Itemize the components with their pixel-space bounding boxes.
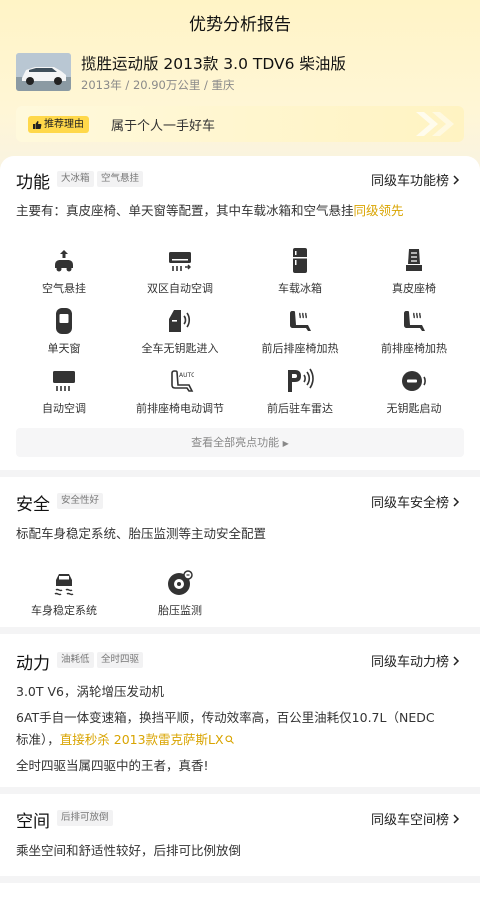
fridge-icon xyxy=(293,248,307,273)
features-card: 功能 大冰箱 空气悬挂 同级车功能榜 主要有：真皮座椅、单天窗等配置，其中车载冰… xyxy=(0,156,480,470)
feature-item-leather-seat: 真皮座椅 xyxy=(359,246,469,296)
chevron-right-icon xyxy=(453,655,460,666)
feature-item-push-start: 无钥匙启动 xyxy=(359,366,469,416)
safety-title: 安全 xyxy=(16,495,50,515)
safety-tag: 安全性好 xyxy=(57,493,104,509)
thumbs-up-icon xyxy=(33,120,42,129)
power-tag: 油耗低 xyxy=(57,652,94,668)
safety-rank-label: 同级车安全榜 xyxy=(370,496,449,511)
recommend-reason-tag: 推荐理由 xyxy=(28,116,89,133)
seat-heating-icon xyxy=(290,311,311,331)
power-rank-label: 同级车动力榜 xyxy=(370,655,449,670)
recommend-reason-text: 属于个人一手好车 xyxy=(111,119,216,134)
feature-item-power-seat: AUTO 前排座椅电动调节 xyxy=(125,366,235,416)
keyless-entry-icon xyxy=(169,310,191,332)
feature-label: 空气悬挂 xyxy=(42,282,86,295)
push-start-icon xyxy=(402,371,426,391)
dual-zone-ac-icon xyxy=(169,252,191,271)
search-icon xyxy=(225,735,234,744)
feature-label: 双区自动空调 xyxy=(147,282,213,295)
features-rank-label: 同级车功能榜 xyxy=(370,174,449,189)
features-summary: 主要有：真皮座椅、单天窗等配置，其中车载冰箱和空气悬挂同级领先 xyxy=(16,200,404,222)
car-meta: 2013年 / 20.90万公里 / 重庆 xyxy=(81,78,235,92)
safety-summary: 标配车身稳定系统、胎压监测等主动安全配置 xyxy=(16,526,267,541)
safety-item-label: 车身稳定系统 xyxy=(31,604,97,617)
feature-label: 前排座椅加热 xyxy=(381,342,447,355)
recommend-reason-label: 推荐理由 xyxy=(44,119,84,130)
chevron-right-icon xyxy=(453,813,460,824)
space-card: 空间 后排可放倒 同级车空间榜 乘坐空间和舒适性较好，后排可比例放倒 xyxy=(0,794,480,876)
feature-item-sunroof: 单天窗 xyxy=(9,306,119,356)
leather-seat-icon xyxy=(406,249,422,271)
chevron-right-icon xyxy=(453,174,460,185)
tire-pressure-icon xyxy=(168,570,193,595)
competitor-link-label: 直接秒杀 2013款雷克萨斯LX xyxy=(59,732,224,747)
feature-label: 自动空调 xyxy=(42,402,86,415)
feature-label: 无钥匙启动 xyxy=(386,402,442,415)
power-awd-text: 全时四驱当属四驱中的王者，真香! xyxy=(16,758,209,773)
car-thumbnail[interactable] xyxy=(16,53,71,91)
safety-rank-link[interactable]: 同级车安全榜 xyxy=(371,492,460,511)
power-transmission-line: 6AT手自一体变速箱，换挡平顺，传动效率高，百公里油耗仅10.7L（NEDC xyxy=(16,710,435,725)
space-title: 空间 xyxy=(16,812,50,832)
power-seat-icon: AUTO xyxy=(171,370,194,392)
chevron-right-icon xyxy=(453,496,460,507)
features-summary-text: 主要有：真皮座椅、单天窗等配置，其中车载冰箱和空气悬挂 xyxy=(16,203,354,218)
sunroof-icon xyxy=(56,308,72,334)
power-title: 动力 xyxy=(16,654,50,674)
features-title: 功能 xyxy=(16,173,50,193)
view-all-features-button[interactable]: 查看全部亮点功能 ▶ xyxy=(16,428,464,457)
front-seat-heating-icon xyxy=(404,311,425,331)
power-transmission-line-end: 标准）， xyxy=(16,732,60,747)
space-tag: 后排可放倒 xyxy=(57,810,113,826)
feature-label: 前排座椅电动调节 xyxy=(136,402,224,415)
feature-label: 车载冰箱 xyxy=(278,282,322,295)
competitor-link[interactable]: 直接秒杀 2013款雷克萨斯LX xyxy=(60,732,234,747)
feature-item-dual-zone-ac: 双区自动空调 xyxy=(125,246,235,296)
esp-icon xyxy=(54,574,74,596)
recommend-reason-banner: 推荐理由 属于个人一手好车 xyxy=(16,106,464,142)
features-rank-link[interactable]: 同级车功能榜 xyxy=(371,170,460,189)
features-tag: 大冰箱 xyxy=(57,171,94,187)
features-summary-highlight: 同级领先 xyxy=(353,203,404,218)
feature-item-parking-radar: 前后驻车雷达 xyxy=(245,366,355,416)
feature-label: 真皮座椅 xyxy=(392,282,436,295)
safety-item-label: 胎压监测 xyxy=(158,604,202,617)
feature-item-keyless-entry: 全车无钥匙进入 xyxy=(125,306,235,356)
chevron-decoration-icon xyxy=(416,112,454,136)
space-summary: 乘坐空间和舒适性较好，后排可比例放倒 xyxy=(16,843,242,858)
space-rank-link[interactable]: 同级车空间榜 xyxy=(371,809,460,828)
power-card: 动力 油耗低 全时四驱 同级车动力榜 3.0T V6，涡轮增压发动机 6AT手自… xyxy=(0,634,480,787)
feature-item-auto-ac: 自动空调 xyxy=(9,366,119,416)
next-card-top xyxy=(0,883,480,921)
feature-label: 前后排座椅加热 xyxy=(261,342,339,355)
feature-label: 全车无钥匙进入 xyxy=(141,342,219,355)
power-transmission-text: 6AT手自一体变速箱，换挡平顺，传动效率高，百公里油耗仅10.7L（NEDC 标… xyxy=(16,707,466,751)
svg-text:AUTO: AUTO xyxy=(179,372,194,379)
power-rank-link[interactable]: 同级车动力榜 xyxy=(371,651,460,670)
power-engine-text: 3.0T V6，涡轮增压发动机 xyxy=(16,684,164,699)
air-suspension-icon xyxy=(55,250,73,272)
safety-item-esp: 车身稳定系统 xyxy=(9,568,119,618)
safety-item-tire-pressure: 胎压监测 xyxy=(125,568,235,618)
feature-item-air-suspension: 空气悬挂 xyxy=(9,246,119,296)
car-title: 揽胜运动版 2013款 3.0 TDV6 柴油版 xyxy=(81,55,346,73)
feature-label: 单天窗 xyxy=(47,342,81,355)
parking-radar-icon xyxy=(288,368,314,392)
power-tag: 全时四驱 xyxy=(97,652,144,668)
safety-card: 安全 安全性好 同级车安全榜 标配车身稳定系统、胎压监测等主动安全配置 车身稳定… xyxy=(0,477,480,627)
space-rank-label: 同级车空间榜 xyxy=(370,813,449,828)
feature-item-fridge: 车载冰箱 xyxy=(245,246,355,296)
feature-item-front-seat-heating: 前排座椅加热 xyxy=(359,306,469,356)
page-title: 优势分析报告 xyxy=(189,15,291,35)
features-tag: 空气悬挂 xyxy=(97,171,144,187)
auto-ac-icon xyxy=(53,371,75,391)
feature-item-seat-heating: 前后排座椅加热 xyxy=(245,306,355,356)
triangle-right-icon: ▶ xyxy=(282,439,289,448)
feature-label: 前后驻车雷达 xyxy=(267,402,333,415)
view-all-features-label: 查看全部亮点功能 xyxy=(191,436,280,449)
